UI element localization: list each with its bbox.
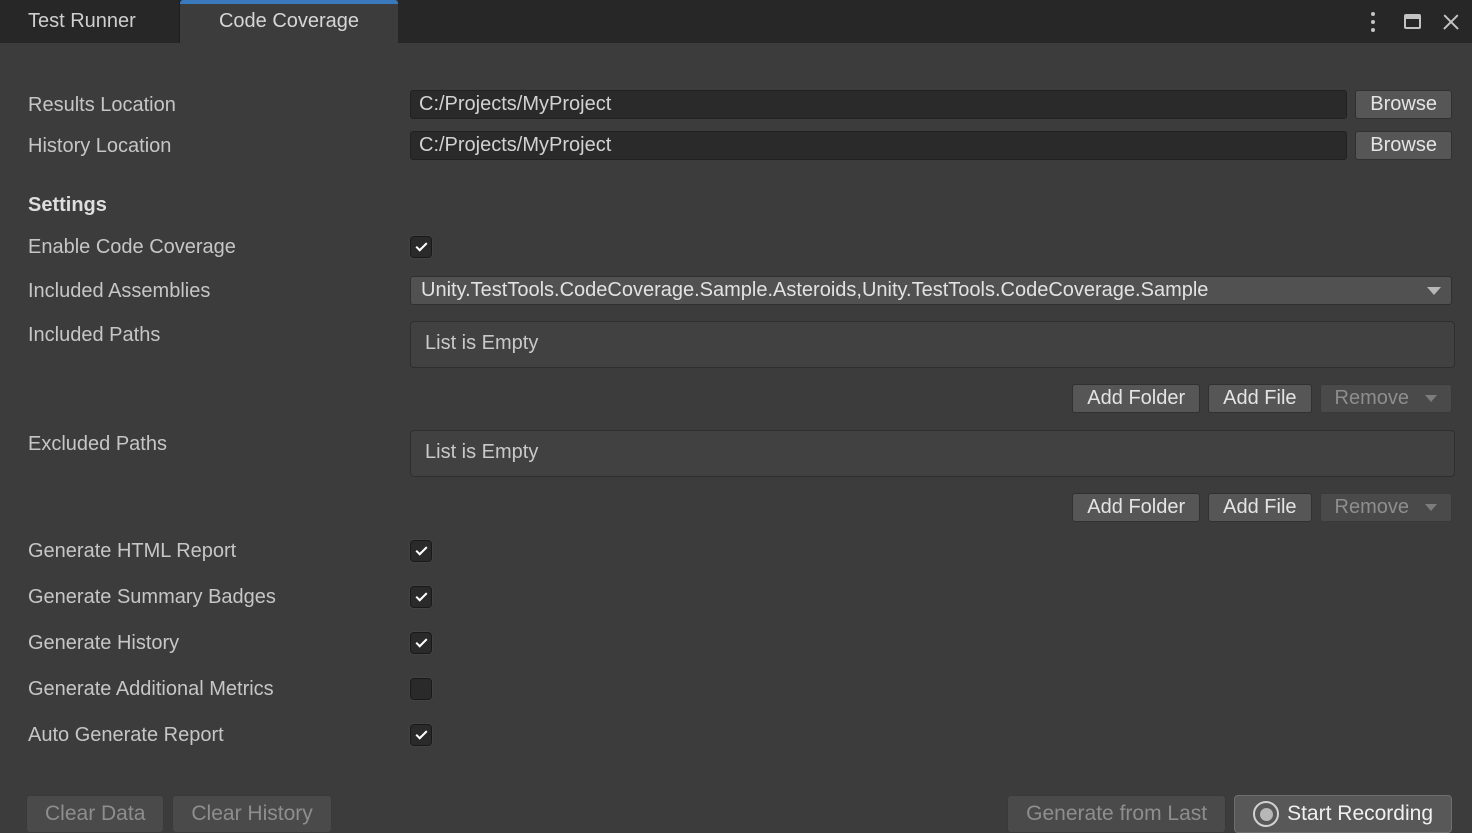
included-paths-add-file-button[interactable]: Add File <box>1208 384 1311 413</box>
excluded-paths-buttons: Add Folder Add File Remove <box>28 493 1452 522</box>
included-paths-remove-label: Remove <box>1335 387 1409 410</box>
included-assemblies-dropdown[interactable]: Unity.TestTools.CodeCoverage.Sample.Aste… <box>410 276 1452 305</box>
excluded-paths-label: Excluded Paths <box>28 430 410 458</box>
history-location-label: History Location <box>28 132 410 160</box>
start-recording-button[interactable]: Start Recording <box>1234 795 1452 833</box>
generate-html-report-row: Generate HTML Report <box>28 537 1452 565</box>
generate-summary-badges-row: Generate Summary Badges <box>28 583 1452 611</box>
checkmark-icon <box>415 240 427 252</box>
included-paths-label: Included Paths <box>28 321 410 349</box>
results-location-row: Results Location Browse <box>28 90 1452 119</box>
tab-code-coverage[interactable]: Code Coverage <box>180 0 398 43</box>
checkmark-icon <box>415 590 427 602</box>
close-icon <box>1442 13 1460 31</box>
history-location-input[interactable] <box>410 131 1347 160</box>
excluded-paths-remove-button[interactable]: Remove <box>1320 493 1452 522</box>
excluded-paths-add-file-button[interactable]: Add File <box>1208 493 1311 522</box>
clear-data-button[interactable]: Clear Data <box>26 795 164 833</box>
enable-code-coverage-row: Enable Code Coverage <box>28 233 1452 261</box>
results-location-input[interactable] <box>410 90 1347 119</box>
chevron-down-icon <box>1425 395 1437 402</box>
chevron-down-icon <box>1425 504 1437 511</box>
maximize-icon <box>1404 14 1421 29</box>
included-paths-add-folder-button[interactable]: Add Folder <box>1072 384 1200 413</box>
included-paths-buttons: Add Folder Add File Remove <box>28 384 1452 413</box>
generate-history-label: Generate History <box>28 629 410 657</box>
generate-additional-metrics-label: Generate Additional Metrics <box>28 675 410 703</box>
tab-test-runner[interactable]: Test Runner <box>0 0 180 43</box>
record-icon <box>1253 801 1279 827</box>
history-location-browse-button[interactable]: Browse <box>1355 131 1452 160</box>
generate-history-checkbox[interactable] <box>410 632 432 654</box>
included-assemblies-label: Included Assemblies <box>28 277 410 305</box>
code-coverage-panel: Results Location Browse History Location… <box>0 43 1472 749</box>
results-location-label: Results Location <box>28 91 410 119</box>
excluded-paths-add-folder-button[interactable]: Add Folder <box>1072 493 1200 522</box>
included-assemblies-value: Unity.TestTools.CodeCoverage.Sample.Aste… <box>421 279 1419 302</box>
excluded-paths-empty-text: List is Empty <box>425 441 538 463</box>
tab-code-coverage-label: Code Coverage <box>219 10 359 33</box>
included-paths-list[interactable]: List is Empty <box>410 321 1455 368</box>
settings-section-header: Settings <box>28 194 1452 217</box>
included-assemblies-row: Included Assemblies Unity.TestTools.Code… <box>28 276 1452 305</box>
active-tab-accent-bar <box>180 0 398 4</box>
enable-code-coverage-label: Enable Code Coverage <box>28 233 410 261</box>
included-paths-row: Included Paths List is Empty <box>28 321 1452 368</box>
auto-generate-report-checkbox[interactable] <box>410 724 432 746</box>
generate-summary-badges-checkbox[interactable] <box>410 586 432 608</box>
window-maximize-button[interactable] <box>1400 10 1424 34</box>
checkmark-icon <box>415 728 427 740</box>
clear-history-button[interactable]: Clear History <box>172 795 331 833</box>
generate-options-group: Generate HTML Report Generate Summary Ba… <box>28 537 1452 749</box>
window-menu-button[interactable] <box>1361 10 1385 34</box>
window-close-button[interactable] <box>1439 10 1463 34</box>
results-location-browse-button[interactable]: Browse <box>1355 90 1452 119</box>
checkmark-icon <box>415 544 427 556</box>
kebab-menu-icon <box>1371 12 1375 32</box>
chevron-down-icon <box>1427 287 1441 295</box>
start-recording-label: Start Recording <box>1287 802 1433 826</box>
tab-test-runner-label: Test Runner <box>28 10 136 33</box>
excluded-paths-remove-label: Remove <box>1335 496 1409 519</box>
generate-history-row: Generate History <box>28 629 1452 657</box>
generate-summary-badges-label: Generate Summary Badges <box>28 583 410 611</box>
generate-from-last-button[interactable]: Generate from Last <box>1007 795 1226 833</box>
checkmark-icon <box>415 636 427 648</box>
enable-code-coverage-checkbox[interactable] <box>410 236 432 258</box>
window-tab-bar: Test Runner Code Coverage <box>0 0 1472 43</box>
auto-generate-report-label: Auto Generate Report <box>28 721 410 749</box>
included-paths-remove-button[interactable]: Remove <box>1320 384 1452 413</box>
generate-html-report-checkbox[interactable] <box>410 540 432 562</box>
excluded-paths-list[interactable]: List is Empty <box>410 430 1455 477</box>
history-location-row: History Location Browse <box>28 131 1452 160</box>
generate-html-report-label: Generate HTML Report <box>28 537 410 565</box>
auto-generate-report-row: Auto Generate Report <box>28 721 1452 749</box>
footer-toolbar: Clear Data Clear History Generate from L… <box>0 795 1472 833</box>
excluded-paths-row: Excluded Paths List is Empty <box>28 430 1452 477</box>
window-controls <box>1361 0 1463 43</box>
generate-additional-metrics-row: Generate Additional Metrics <box>28 675 1452 703</box>
included-paths-empty-text: List is Empty <box>425 332 538 354</box>
generate-additional-metrics-checkbox[interactable] <box>410 678 432 700</box>
